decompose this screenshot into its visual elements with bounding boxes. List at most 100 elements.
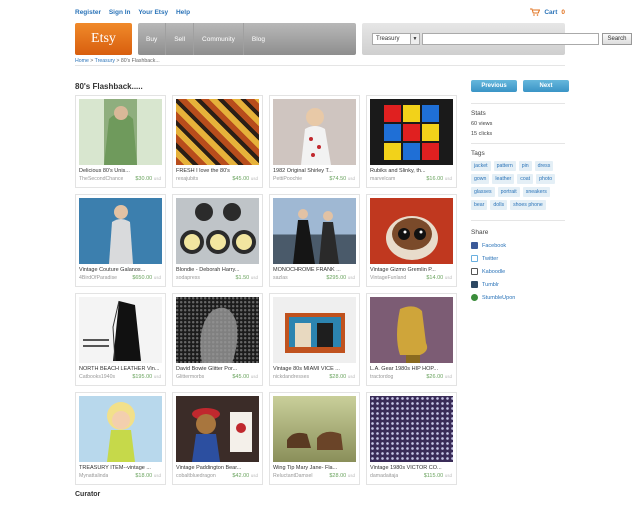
tag[interactable]: leather	[492, 174, 515, 184]
item-card[interactable]: Vintage 80s MIAMI VICE ... nickdandresse…	[269, 293, 360, 386]
item-shop[interactable]: damadaitaja	[370, 473, 398, 479]
item-image[interactable]	[176, 297, 259, 363]
share-kaboodle[interactable]: Kaboodle	[471, 268, 565, 275]
share-tumblr[interactable]: Tumblr	[471, 281, 565, 288]
item-title[interactable]: Wing Tip Mary Jane- Fla...	[273, 465, 357, 471]
item-card[interactable]: 1982 Original Shirley T... PettiPoochie …	[269, 95, 360, 188]
register-link[interactable]: Register	[75, 9, 101, 16]
item-image[interactable]	[370, 99, 453, 165]
item-shop[interactable]: rexajubits	[176, 176, 198, 182]
item-card[interactable]: David Bowie Glitter Por... Glittermorbs …	[172, 293, 263, 386]
tag[interactable]: sneakers	[522, 187, 550, 197]
item-image[interactable]	[273, 297, 356, 363]
item-shop[interactable]: 4BirdOfParadise	[79, 275, 117, 281]
nav-blog[interactable]: Blog	[244, 23, 273, 55]
item-shop[interactable]: sodapress	[176, 275, 200, 281]
item-title[interactable]: MONOCHROME FRANK ...	[273, 267, 357, 273]
item-card[interactable]: Vintage 1980s VICTOR CO... damadaitaja $…	[366, 392, 457, 485]
item-image[interactable]	[176, 198, 259, 264]
item-shop[interactable]: TheSecondChance	[79, 176, 123, 182]
item-shop[interactable]: marvelcam	[370, 176, 395, 182]
item-card[interactable]: Blondie - Deborah Harry... sodapress $1.…	[172, 194, 263, 287]
item-shop[interactable]: tractordog	[370, 374, 393, 380]
etsy-logo[interactable]: Etsy	[75, 23, 132, 55]
item-shop[interactable]: cobaltbluedragon	[176, 473, 216, 479]
item-image[interactable]	[273, 99, 356, 165]
tag[interactable]: portrait	[497, 187, 520, 197]
item-image[interactable]	[370, 297, 453, 363]
item-image[interactable]	[273, 396, 356, 462]
item-card[interactable]: Vintage Paddington Bear... cobaltbluedra…	[172, 392, 263, 485]
item-shop[interactable]: Glittermorbs	[176, 374, 204, 380]
item-image[interactable]	[79, 99, 162, 165]
tag[interactable]: jacket	[471, 161, 491, 171]
item-image[interactable]	[79, 297, 162, 363]
item-image[interactable]	[370, 198, 453, 264]
item-title[interactable]: Delicious 80's Unis...	[79, 168, 163, 174]
tag[interactable]: dolls	[490, 200, 508, 210]
nav-community[interactable]: Community	[194, 23, 244, 55]
tag[interactable]: pattern	[493, 161, 516, 171]
tag[interactable]: gown	[471, 174, 490, 184]
breadcrumb-home[interactable]: Home	[75, 58, 89, 64]
item-title[interactable]: TREASURY ITEM--vintage ...	[79, 465, 163, 471]
item-image[interactable]	[370, 396, 453, 462]
share-twitter[interactable]: Twitter	[471, 255, 565, 262]
item-shop[interactable]: VintageFunland	[370, 275, 406, 281]
item-title[interactable]: NORTH BEACH LEATHER Vin...	[79, 366, 163, 372]
item-title[interactable]: Vintage 1980s VICTOR CO...	[370, 465, 454, 471]
item-title[interactable]: Vintage Paddington Bear...	[176, 465, 260, 471]
previous-button[interactable]: Previous	[471, 80, 517, 92]
item-shop[interactable]: Catbooks1940s	[79, 374, 115, 380]
help-link[interactable]: Help	[176, 9, 190, 16]
tag[interactable]: coat	[517, 174, 534, 184]
nav-buy[interactable]: Buy	[138, 23, 167, 55]
item-title[interactable]: Rubiks and Slinky, th...	[370, 168, 454, 174]
item-card[interactable]: NORTH BEACH LEATHER Vin... Catbooks1940s…	[75, 293, 166, 386]
item-title[interactable]: Vintage Couture Galanos...	[79, 267, 163, 273]
breadcrumb-treasury[interactable]: Treasury	[95, 58, 115, 64]
sign-in-link[interactable]: Sign In	[109, 9, 131, 16]
item-card[interactable]: FRESH I love the 80's rexajubits $45.00 …	[172, 95, 263, 188]
item-card[interactable]: Delicious 80's Unis... TheSecondChance $…	[75, 95, 166, 188]
item-card[interactable]: TREASURY ITEM--vintage ... Mynattalinda …	[75, 392, 166, 485]
item-title[interactable]: 1982 Original Shirley T...	[273, 168, 357, 174]
item-card[interactable]: MONOCHROME FRANK ... sazlas $295.00 usd	[269, 194, 360, 287]
item-card[interactable]: Rubiks and Slinky, th... marvelcam $16.0…	[366, 95, 457, 188]
cart-link[interactable]: Cart 0	[530, 8, 565, 16]
item-card[interactable]: Wing Tip Mary Jane- Fla... ReluctantDams…	[269, 392, 360, 485]
next-button[interactable]: Next	[523, 80, 569, 92]
item-image[interactable]	[79, 396, 162, 462]
item-shop[interactable]: ReluctantDamsel	[273, 473, 313, 479]
item-shop[interactable]: PettiPoochie	[273, 176, 302, 182]
tag[interactable]: dress	[534, 161, 554, 171]
item-card[interactable]: L.A. Gear 1980s HIP HOP... tractordog $2…	[366, 293, 457, 386]
tag[interactable]: bear	[471, 200, 488, 210]
item-title[interactable]: Blondie - Deborah Harry...	[176, 267, 260, 273]
item-title[interactable]: David Bowie Glitter Por...	[176, 366, 260, 372]
item-card[interactable]: Vintage Gizmo Gremlin P... VintageFunlan…	[366, 194, 457, 287]
item-image[interactable]	[79, 198, 162, 264]
tag[interactable]: pin	[518, 161, 532, 171]
nav-sell[interactable]: Sell	[166, 23, 195, 55]
item-title[interactable]: L.A. Gear 1980s HIP HOP...	[370, 366, 454, 372]
item-title[interactable]: Vintage Gizmo Gremlin P...	[370, 267, 454, 273]
item-image[interactable]	[176, 99, 259, 165]
item-shop[interactable]: nickdandresses	[273, 374, 309, 380]
share-facebook[interactable]: Facebook	[471, 242, 565, 249]
item-title[interactable]: FRESH I love the 80's	[176, 168, 260, 174]
item-image[interactable]	[273, 198, 356, 264]
tag[interactable]: shoes phone	[510, 200, 546, 210]
search-button[interactable]: Search	[602, 33, 632, 45]
share-stumbleupon[interactable]: StumbleUpon	[471, 294, 565, 301]
search-input[interactable]	[422, 33, 599, 45]
item-title[interactable]: Vintage 80s MIAMI VICE ...	[273, 366, 357, 372]
tag[interactable]: photo	[536, 174, 556, 184]
tag[interactable]: glasses	[471, 187, 495, 197]
your-etsy-link[interactable]: Your Etsy	[138, 9, 168, 16]
search-category-select[interactable]: Treasury ▼	[372, 33, 420, 45]
item-card[interactable]: Vintage Couture Galanos... 4BirdOfParadi…	[75, 194, 166, 287]
item-shop[interactable]: Mynattalinda	[79, 473, 108, 479]
item-image[interactable]	[176, 396, 259, 462]
item-shop[interactable]: sazlas	[273, 275, 288, 281]
